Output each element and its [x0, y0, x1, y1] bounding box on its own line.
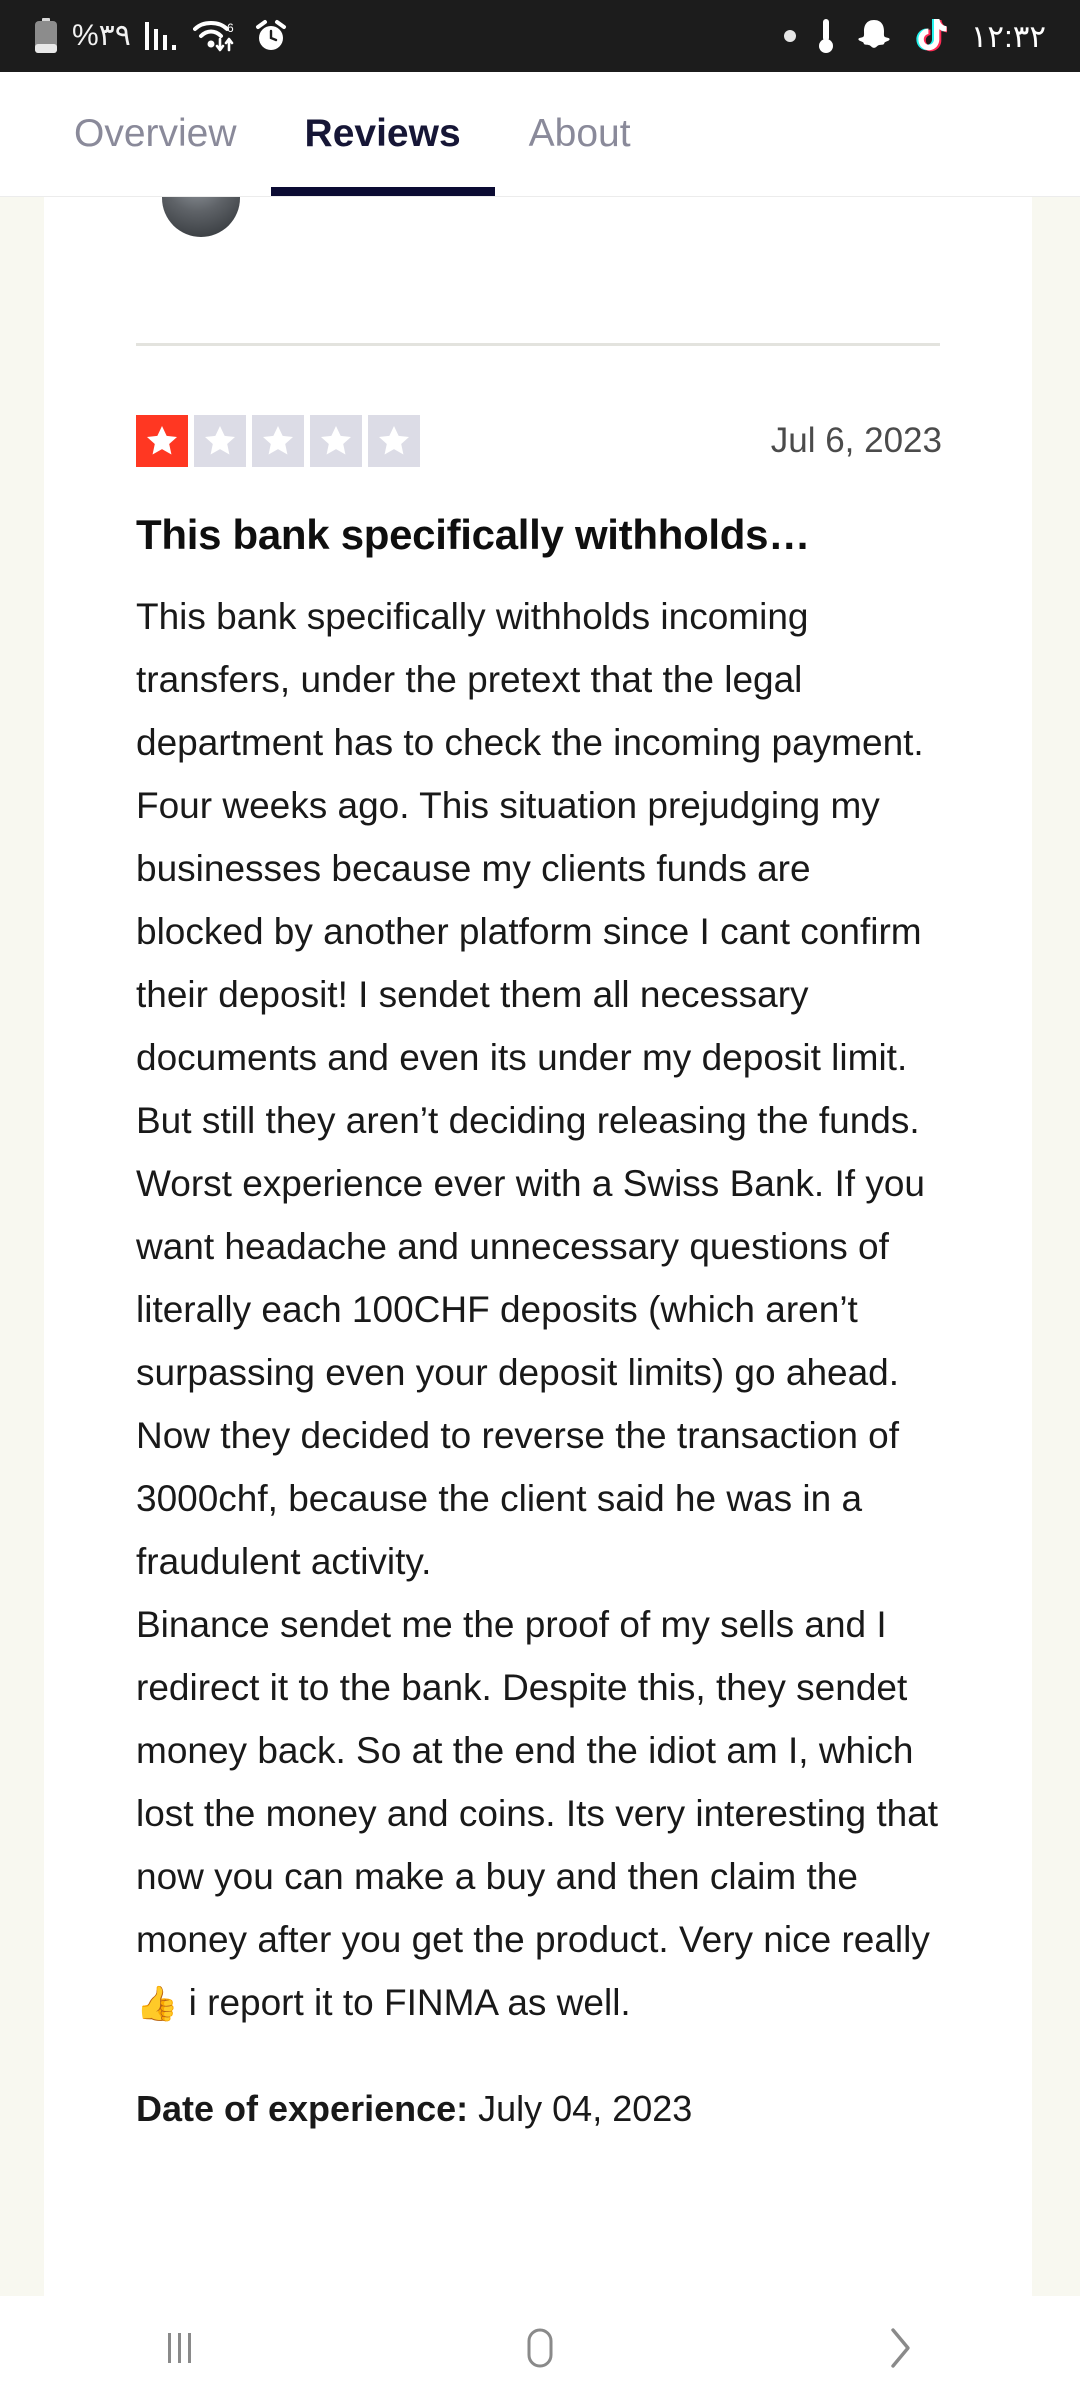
star-5-icon [368, 415, 420, 467]
reviews-scroll-area[interactable]: Jul 6, 2023 This bank specifically withh… [0, 196, 1080, 2296]
star-1-icon [136, 415, 188, 467]
snapchat-icon [855, 18, 893, 54]
wifi-6-data-icon: 6 [192, 19, 239, 53]
avatar [162, 197, 240, 237]
tab-reviews[interactable]: Reviews [270, 72, 495, 196]
status-bar-right: ۱۲:۳۲ [783, 17, 1046, 55]
tab-about[interactable]: About [495, 72, 665, 196]
battery-icon [34, 18, 58, 54]
star-3-icon [252, 415, 304, 467]
tab-reviews-label: Reviews [304, 112, 461, 155]
status-bar: %۳۹ 6 ۱۲:۳۲ [0, 0, 1080, 72]
status-bar-left: %۳۹ 6 [34, 18, 289, 54]
alarm-clock-icon [253, 18, 289, 54]
tab-overview[interactable]: Overview [40, 72, 271, 196]
review-item: Jul 6, 2023 This bank specifically withh… [136, 413, 942, 2130]
clock-label: ۱۲:۳۲ [970, 18, 1046, 54]
phone-screen: %۳۹ 6 ۱۲:۳۲ Overview Reviews About Jul 6… [0, 0, 1080, 2400]
svg-text:6: 6 [227, 21, 234, 35]
notification-dot-icon [783, 29, 797, 43]
review-body-part-1: This bank specifically withholds incomin… [136, 596, 939, 1960]
recents-icon [158, 2327, 202, 2369]
signal-bars-icon [144, 20, 179, 52]
star-4-icon [310, 415, 362, 467]
star-2-icon [194, 415, 246, 467]
date-of-experience: Date of experience: July 04, 2023 [136, 2088, 942, 2130]
tab-about-label: About [528, 112, 631, 155]
recents-button[interactable] [120, 2296, 240, 2400]
back-icon [880, 2325, 920, 2371]
android-navigation-bar [0, 2296, 1080, 2400]
star-rating [136, 415, 420, 467]
battery-percent-label: %۳۹ [72, 19, 131, 52]
review-card: Jul 6, 2023 This bank specifically withh… [44, 197, 1032, 2296]
tiktok-icon [913, 17, 949, 55]
thermometer-icon [817, 17, 835, 55]
review-title[interactable]: This bank specifically withholds… [136, 511, 942, 559]
review-body: This bank specifically withholds incomin… [136, 585, 942, 2036]
home-button[interactable] [480, 2296, 600, 2400]
tab-bar: Overview Reviews About [0, 72, 1080, 196]
date-of-experience-value: July 04, 2023 [468, 2088, 693, 2129]
review-divider [136, 343, 940, 346]
review-body-part-2: i report it to FINMA as well. [178, 1982, 631, 2023]
date-of-experience-label: Date of experience: [136, 2088, 469, 2129]
review-date: Jul 6, 2023 [770, 421, 942, 460]
thumbs-up-emoji-icon: 👍 [136, 1985, 179, 2023]
back-button[interactable] [840, 2296, 960, 2400]
home-icon [519, 2326, 561, 2370]
tab-overview-label: Overview [74, 112, 237, 155]
review-header: Jul 6, 2023 [136, 413, 942, 469]
